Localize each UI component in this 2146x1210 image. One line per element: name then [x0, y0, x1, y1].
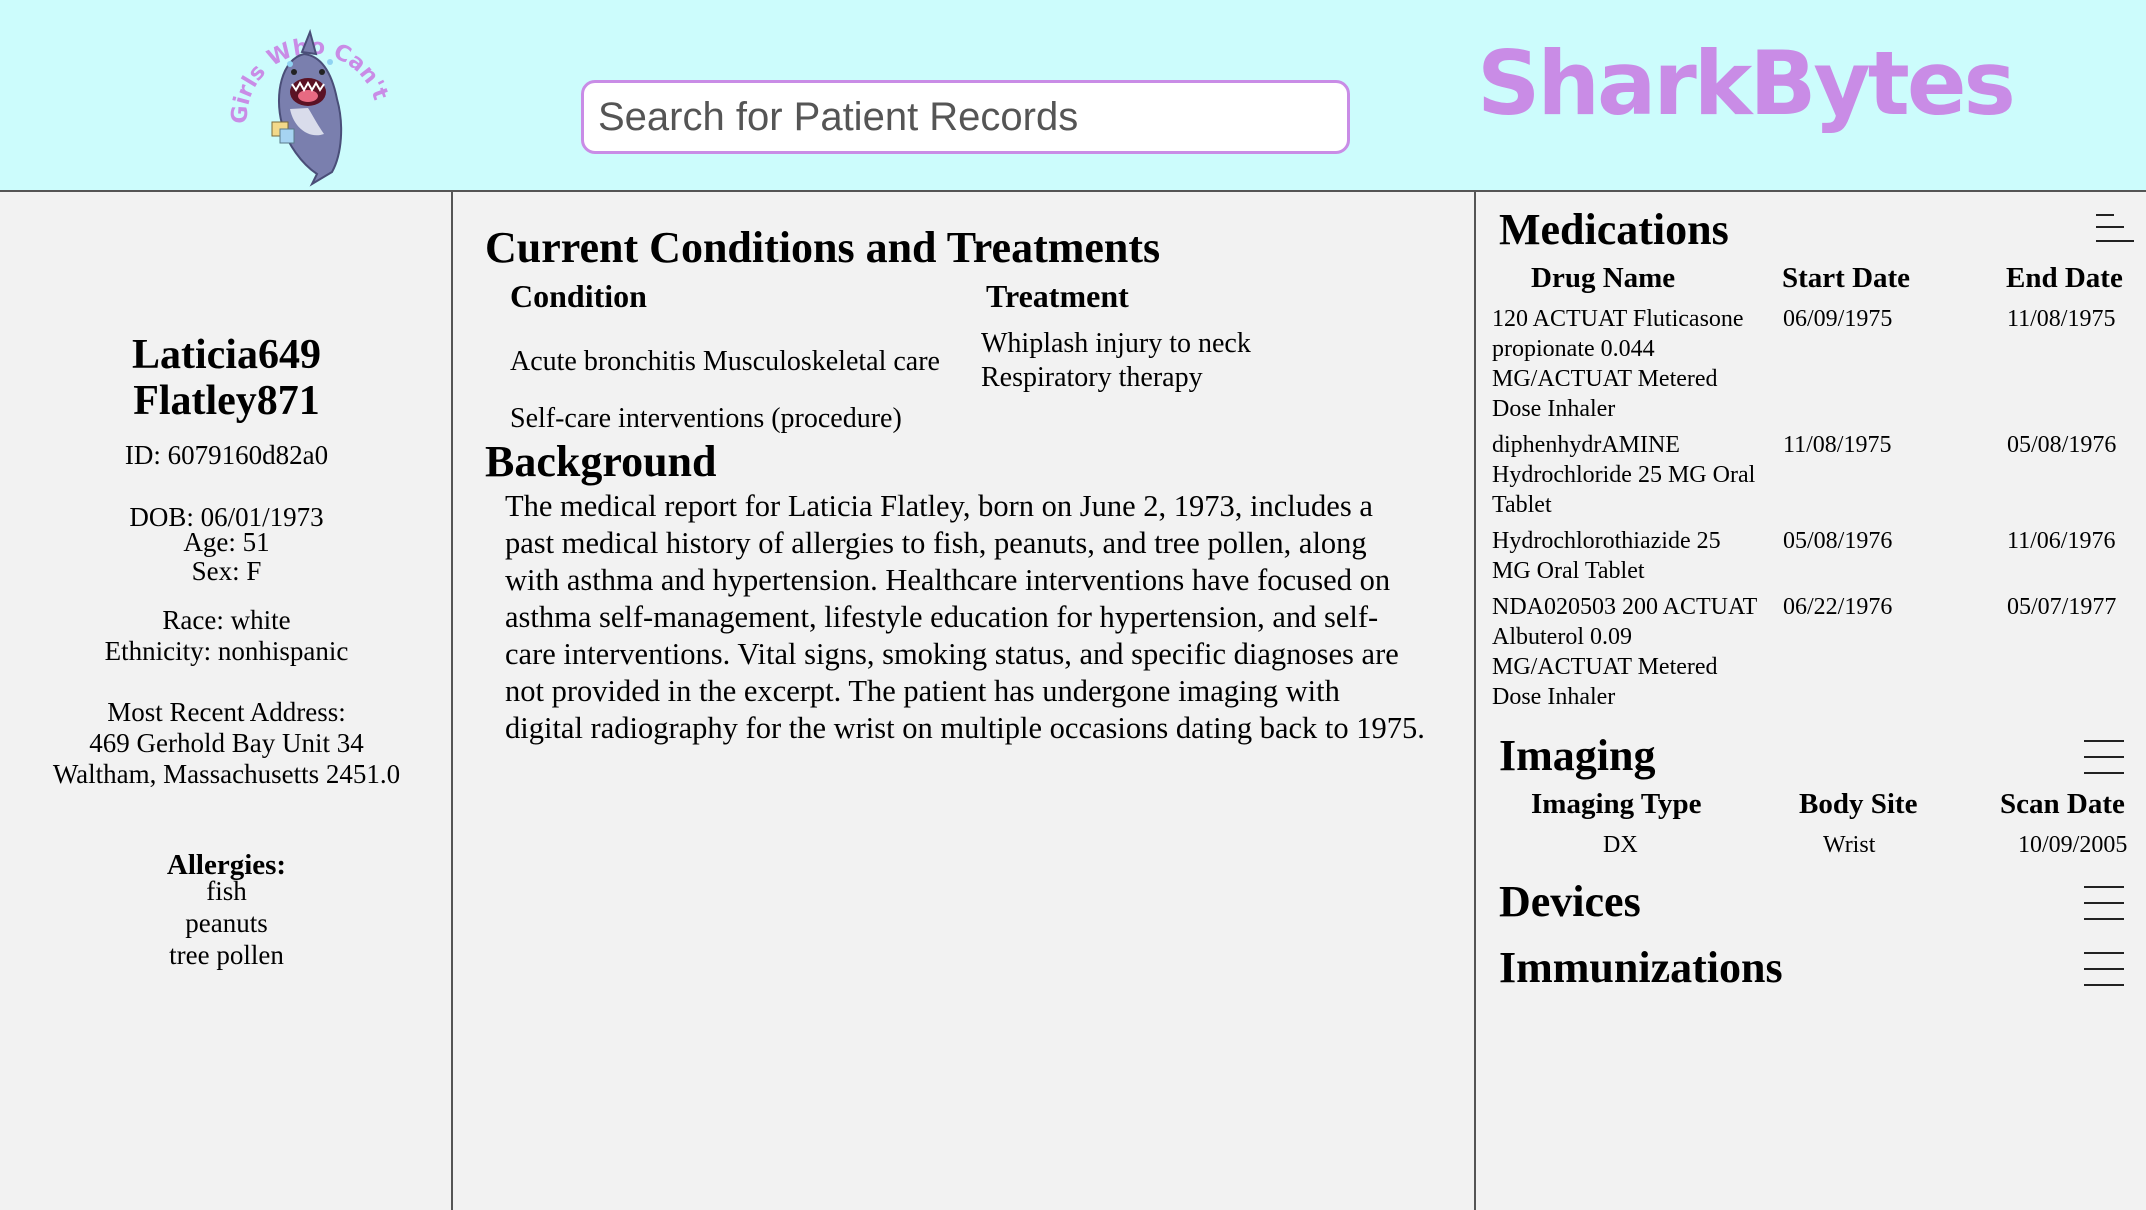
- allergy-item: tree pollen: [169, 940, 284, 970]
- patient-ethnicity: Ethnicity: nonhispanic: [104, 636, 349, 666]
- drug-name-cell: NDA020503 200 ACTUAT Albuterol 0.09 MG/A…: [1492, 594, 1757, 710]
- address-line-2: Waltham, Massachusetts 2451.0: [52, 759, 401, 789]
- conditions-panel: Current Conditions and Treatments Condit…: [453, 192, 1476, 1210]
- conditions-title: Current Conditions and Treatments: [485, 223, 1161, 272]
- patient-name: Laticia649 Flatley871: [0, 332, 453, 424]
- hamburger-menu-icon[interactable]: [2084, 886, 2126, 920]
- app-header: Girls Who Can't Code SharkBytes: [0, 0, 2146, 192]
- body-site-header: Body Site: [1799, 788, 1918, 820]
- allergy-item: fish: [206, 876, 247, 906]
- patient-race: Race: white: [162, 605, 291, 635]
- scan-date-cell: 10/09/2005: [2018, 832, 2128, 858]
- drug-name-cell: Hydrochlorothiazide 25 MG Oral Tablet: [1492, 528, 1721, 584]
- address-line-1: 469 Gerhold Bay Unit 34: [89, 728, 364, 758]
- end-date-cell: 05/07/1977: [2007, 594, 2117, 620]
- hamburger-menu-icon[interactable]: [2084, 952, 2126, 986]
- patient-age: Age: 51: [183, 527, 270, 557]
- end-date-cell: 11/08/1975: [2007, 306, 2116, 332]
- treatment-cell: Whiplash injury to neck: [981, 328, 1251, 359]
- clinical-records-panel: Medications Drug Name Start Date End Dat…: [1476, 192, 2146, 1210]
- patient-id: ID: 6079160d82a0: [124, 440, 329, 470]
- immunizations-title: Immunizations: [1499, 943, 1783, 992]
- patient-search-input[interactable]: [581, 80, 1350, 154]
- drug-name-cell: 120 ACTUAT Fluticasone propionate 0.044 …: [1492, 306, 1744, 422]
- condition-cell: Self-care interventions (procedure): [510, 403, 902, 434]
- end-date-cell: 11/06/1976: [2007, 528, 2116, 554]
- devices-title: Devices: [1499, 877, 1641, 926]
- scan-date-header: Scan Date: [2000, 788, 2125, 820]
- start-date-cell: 05/08/1976: [1783, 528, 1893, 554]
- address-label: Most Recent Address:: [107, 697, 346, 727]
- patient-sex: Sex: F: [191, 556, 262, 586]
- end-date-cell: 05/08/1976: [2007, 432, 2117, 458]
- imaging-type-cell: DX: [1603, 832, 1638, 858]
- start-date-cell: 06/09/1975: [1783, 306, 1893, 332]
- background-text: The medical report for Laticia Flatley, …: [505, 489, 1425, 745]
- drug-name-header: Drug Name: [1531, 262, 1676, 294]
- hamburger-menu-icon[interactable]: [2084, 740, 2126, 774]
- collapse-menu-icon[interactable]: [2096, 212, 2138, 246]
- background-title: Background: [485, 437, 717, 486]
- start-date-header: Start Date: [1782, 262, 1911, 294]
- shark-logo[interactable]: Girls Who Can't Code: [212, 4, 402, 189]
- imaging-type-header: Imaging Type: [1531, 788, 1702, 820]
- medications-title: Medications: [1499, 205, 1729, 254]
- allergy-item: peanuts: [185, 908, 268, 938]
- start-date-cell: 11/08/1975: [1783, 432, 1892, 458]
- imaging-title: Imaging: [1499, 731, 1656, 780]
- brand-logo: SharkBytes: [1477, 32, 2016, 135]
- start-date-cell: 06/22/1976: [1783, 594, 1893, 620]
- patient-info-panel: Laticia649 Flatley871 ID: 6079160d82a0 D…: [0, 192, 453, 1210]
- end-date-header: End Date: [2006, 262, 2123, 294]
- patient-last-name: Flatley871: [133, 378, 320, 424]
- condition-cell: Acute bronchitis Musculoskeletal care: [510, 346, 940, 377]
- treatment-cell: Respiratory therapy: [981, 362, 1203, 393]
- body-site-cell: Wrist: [1823, 832, 1876, 858]
- treatment-column-header: Treatment: [986, 278, 1129, 314]
- patient-first-name: Laticia649: [132, 332, 321, 378]
- drug-name-cell: diphenhydrAMINE Hydrochloride 25 MG Oral…: [1492, 432, 1756, 518]
- condition-column-header: Condition: [510, 278, 647, 314]
